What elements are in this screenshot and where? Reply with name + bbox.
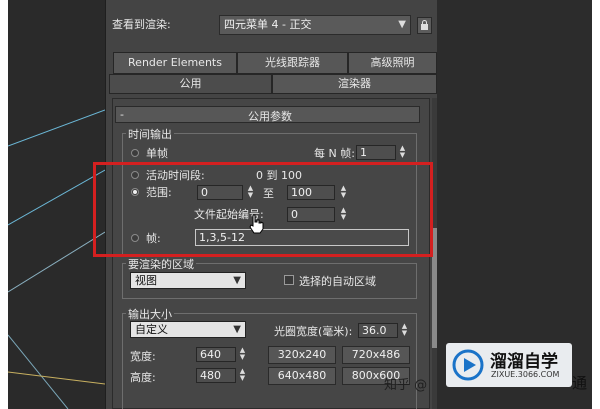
tab-render-elements[interactable]: Render Elements — [113, 52, 237, 74]
preset-320x240-button[interactable]: 320x240 — [268, 346, 336, 364]
chevron-down-icon: ▼ — [233, 275, 241, 286]
width-field[interactable]: 640 — [196, 347, 236, 362]
auto-region-label: 选择的自动区域 — [299, 275, 376, 288]
watermark-tail: 通 — [572, 374, 588, 392]
chevron-down-icon: ▼ — [398, 19, 406, 30]
output-preset-dropdown[interactable]: 自定义 ▼ — [130, 321, 246, 338]
height-label: 高度: — [130, 371, 156, 384]
area-title: 要渲染的区域 — [126, 256, 196, 272]
every-n-label: 每 N 帧: — [314, 147, 355, 160]
auto-region-checkbox[interactable] — [284, 275, 294, 285]
spinner-arrows-icon[interactable]: ▲ ▼ — [238, 368, 247, 383]
view-to-render-dropdown[interactable]: 四元菜单 4 - 正交 ▼ — [219, 15, 411, 35]
area-dropdown[interactable]: 视图 ▼ — [130, 272, 246, 289]
view-to-render-label: 查看到渲染: — [112, 18, 171, 31]
aperture-field[interactable]: 36.0 — [358, 323, 398, 338]
width-label: 宽度: — [130, 350, 156, 363]
single-frame-label: 单帧 — [146, 147, 168, 160]
preset-640x480-button[interactable]: 640x480 — [268, 367, 336, 385]
rollout-title: 公用参数 — [248, 110, 292, 123]
chevron-down-icon: ▼ — [233, 324, 241, 335]
area-value: 视图 — [135, 274, 157, 287]
tab-raytracer[interactable]: 光线跟踪器 — [237, 52, 348, 74]
viewport-left — [8, 0, 105, 409]
play-logo-icon — [452, 349, 484, 381]
preset-720x486-button[interactable]: 720x486 — [342, 346, 410, 364]
zhihu-watermark: 知乎 @ — [384, 378, 428, 393]
brand-name: 溜溜自学 — [490, 352, 558, 372]
time-output-title: 时间输出 — [126, 126, 174, 142]
output-preset-value: 自定义 — [135, 323, 168, 336]
rollout-header[interactable]: - 公用参数 — [115, 106, 420, 123]
aperture-label: 光圈宽度(毫米): — [274, 325, 353, 338]
spinner-arrows-icon[interactable]: ▲ ▼ — [400, 323, 409, 338]
every-n-field[interactable]: 1 — [356, 145, 396, 160]
viewport-lines — [8, 109, 105, 409]
site-watermark: 溜溜自学 ZIXUE.3066.COM — [446, 343, 572, 387]
height-field[interactable]: 480 — [196, 368, 236, 383]
highlight-frame — [93, 162, 433, 257]
lock-button[interactable] — [417, 17, 432, 34]
radio-single-frame[interactable] — [131, 149, 139, 157]
view-to-render-value: 四元菜单 4 - 正交 — [224, 18, 312, 31]
tab-renderer[interactable]: 渲染器 — [272, 74, 437, 94]
tab-common[interactable]: 公用 — [109, 74, 272, 94]
spinner-arrows-icon[interactable]: ▲ ▼ — [238, 347, 247, 362]
brand-site: ZIXUE.3066.COM — [491, 370, 560, 379]
rollout-collapse: - — [120, 108, 124, 121]
spinner-arrows-icon[interactable]: ▲ ▼ — [398, 145, 407, 160]
tab-advanced-lighting[interactable]: 高级照明 — [348, 52, 437, 74]
output-size-title: 输出大小 — [126, 306, 174, 322]
